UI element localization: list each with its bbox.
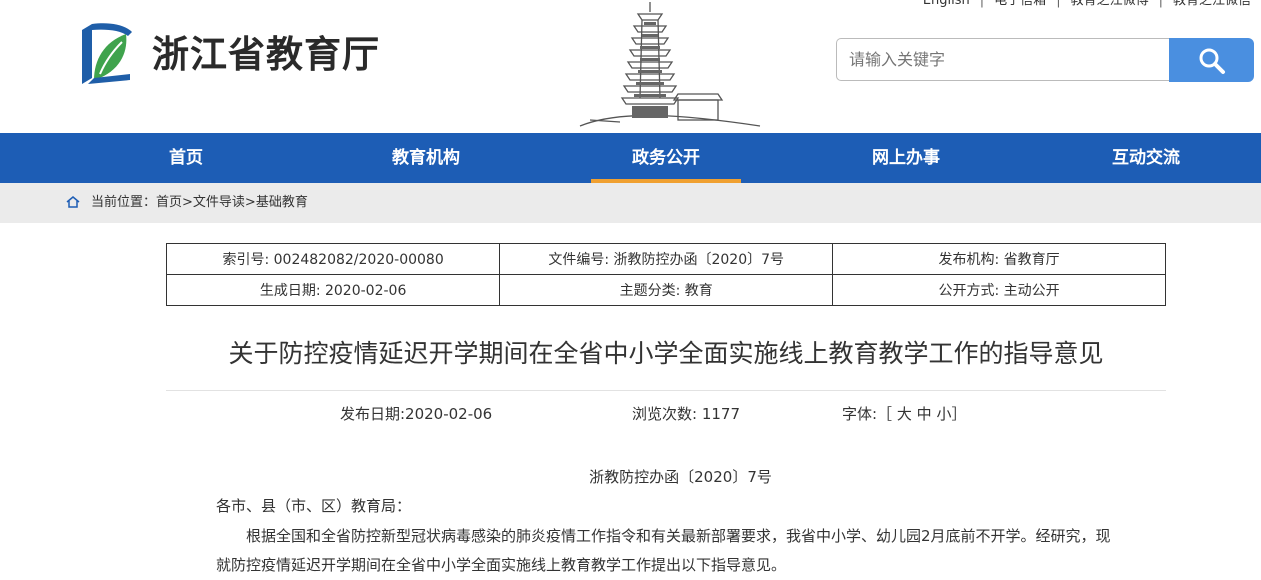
- nav-item-online-services[interactable]: 网上办事: [831, 133, 981, 183]
- title-divider: [166, 390, 1166, 391]
- info-publisher: 发布机构: 省教育厅: [832, 243, 1166, 275]
- table-row: 生成日期: 2020-02-06 主题分类: 教育 公开方式: 主动公开: [165, 274, 1166, 306]
- site-logo-icon[interactable]: [78, 20, 134, 84]
- salutation: 各市、县（市、区）教育局：: [216, 497, 412, 515]
- breadcrumb-trail: 当前位置：首页>文件导读>基础教育: [91, 183, 308, 223]
- breadcrumb-item-basic-education[interactable]: 基础教育: [256, 195, 308, 210]
- info-created-date: 生成日期: 2020-02-06: [165, 274, 501, 306]
- pagoda-illustration: [579, 2, 761, 127]
- info-doc-number: 文件编号: 浙教防控办函〔2020〕7号: [499, 243, 834, 275]
- search-input[interactable]: [836, 38, 1169, 81]
- site-header: 浙江省教育厅: [0, 0, 1261, 133]
- info-open-mode: 公开方式: 主动公开: [832, 274, 1166, 306]
- main-nav: 首页 教育机构 政务公开 网上办事 互动交流: [0, 133, 1261, 183]
- document-number: 浙教防控办函〔2020〕7号: [589, 468, 772, 486]
- site-name[interactable]: 浙江省教育厅: [152, 31, 380, 77]
- article-title: 关于防控疫情延迟开学期间在全省中小学全面实施线上教育教学工作的指导意见: [228, 339, 1104, 368]
- view-count: 浏览次数: 1177: [632, 405, 740, 423]
- article-paragraph: 根据全国和全省防控新型冠状病毒感染的肺炎疫情工作指令和有关最新部署要求，我省中小…: [216, 527, 1111, 574]
- info-category: 主题分类: 教育: [499, 274, 834, 306]
- font-size-label: 字体:［: [842, 405, 893, 423]
- document-info-table: 索引号: 002482082/2020-00080 文件编号: 浙教防控办函〔2…: [165, 243, 1166, 306]
- font-size-large[interactable]: 大: [897, 405, 912, 423]
- nav-item-interaction[interactable]: 互动交流: [1071, 133, 1221, 183]
- nav-item-home[interactable]: 首页: [111, 133, 261, 183]
- breadcrumb-prefix: 当前位置：: [91, 195, 157, 210]
- font-size-selector: 字体:［ 大 中 小］: [842, 404, 966, 424]
- font-size-close: ］: [951, 405, 967, 423]
- home-icon: [66, 196, 80, 208]
- breadcrumb-item-docs[interactable]: 文件导读>: [193, 195, 256, 210]
- breadcrumb: 当前位置：首页>文件导读>基础教育: [0, 183, 1261, 223]
- search-icon: [1199, 48, 1225, 74]
- nav-item-institutions[interactable]: 教育机构: [351, 133, 501, 183]
- search-button[interactable]: [1169, 38, 1254, 82]
- nav-item-government-affairs[interactable]: 政务公开: [591, 133, 741, 183]
- breadcrumb-item-home[interactable]: 首页>: [156, 195, 193, 210]
- info-index: 索引号: 002482082/2020-00080: [165, 243, 501, 275]
- publish-date: 发布日期:2020-02-06: [340, 405, 493, 423]
- font-size-medium[interactable]: 中: [917, 405, 932, 423]
- font-size-small[interactable]: 小: [936, 405, 951, 423]
- table-row: 索引号: 002482082/2020-00080 文件编号: 浙教防控办函〔2…: [165, 243, 1166, 275]
